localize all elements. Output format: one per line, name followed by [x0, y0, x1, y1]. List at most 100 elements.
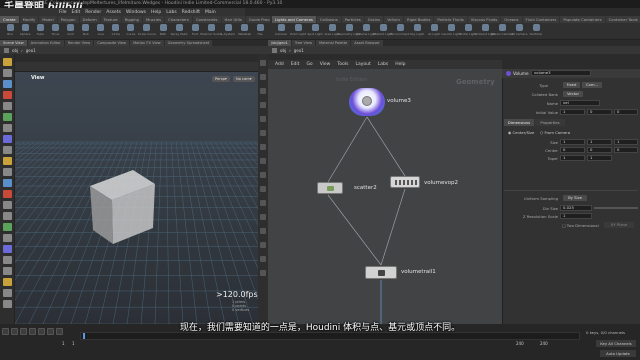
shelf-tool[interactable]: Geometry Light: [337, 24, 361, 39]
home-icon[interactable]: [272, 47, 277, 53]
menu-labs[interactable]: Labs: [166, 10, 176, 15]
viewport-tool-icon[interactable]: [3, 58, 12, 66]
initial-value-x[interactable]: 1: [560, 109, 585, 115]
shelf-tool[interactable]: Draw Curve: [138, 24, 156, 39]
radio-center-size[interactable]: ◉ Center/Size: [508, 130, 534, 135]
shelf-tool[interactable]: Sphere: [19, 24, 31, 39]
viewport-tool-icon[interactable]: [3, 157, 12, 165]
camera-button[interactable]: No cam▾: [233, 76, 255, 82]
display-option-icon[interactable]: [260, 116, 266, 122]
path-obj[interactable]: obj: [280, 48, 286, 53]
display-option-icon[interactable]: [260, 214, 266, 220]
viewport-tool-icon[interactable]: [3, 278, 12, 286]
display-option-icon[interactable]: [260, 74, 266, 80]
shelf-tab[interactable]: Create: [0, 16, 19, 23]
home-icon[interactable]: [4, 47, 9, 53]
taper-y[interactable]: 1: [587, 155, 612, 161]
menu-edit[interactable]: Edit: [72, 10, 81, 15]
node-volumevop2[interactable]: [390, 176, 420, 188]
viewport-tool-icon[interactable]: [3, 124, 12, 132]
plane-dropdown[interactable]: XY Plane: [604, 222, 634, 228]
menu-assets[interactable]: Assets: [106, 10, 121, 15]
path-obj[interactable]: obj: [12, 48, 18, 53]
shelf-tab[interactable]: Modify: [19, 16, 39, 23]
center-x[interactable]: 0: [560, 147, 585, 153]
net-menu-layout[interactable]: Layout: [355, 62, 370, 67]
viewport-tool-icon[interactable]: [3, 168, 12, 176]
shelf-tool[interactable]: Spot Light: [307, 24, 323, 39]
shelf-tab[interactable]: Populate Containers: [560, 16, 605, 23]
shelf-tab[interactable]: Deform: [79, 16, 100, 23]
shelf-tab[interactable]: Polygon: [57, 16, 79, 23]
shelf-tool[interactable]: Grid: [64, 24, 76, 39]
shelf-tab[interactable]: Hair Utils: [221, 16, 245, 23]
shelf-tool[interactable]: L-System: [221, 24, 235, 39]
shelf-tool[interactable]: Spray Paint: [171, 24, 188, 39]
frame-end[interactable]: 240: [516, 341, 524, 346]
shelf-tab[interactable]: Particle Fluids: [434, 16, 467, 23]
node-scatter2[interactable]: [317, 182, 343, 194]
net-menu-help[interactable]: Help: [395, 62, 405, 67]
shelf-tool[interactable]: Caustic Light: [441, 24, 461, 39]
shelf-tab[interactable]: Particles: [341, 16, 364, 23]
display-option-icon[interactable]: [260, 186, 266, 192]
divsize-field[interactable]: 0.025: [560, 205, 592, 211]
menu-file[interactable]: File: [59, 10, 67, 15]
center-z[interactable]: 0: [614, 147, 638, 153]
shelf-tool[interactable]: VR Camera: [511, 24, 527, 39]
shelf-tool[interactable]: Switcher: [529, 24, 543, 39]
viewport-tool-icon[interactable]: [3, 91, 12, 99]
param-node-name[interactable]: volume3: [531, 70, 591, 76]
shelf-tool[interactable]: Box: [4, 24, 16, 39]
shelf-tool[interactable]: Distant Light: [373, 24, 393, 39]
viewport-tool-icon[interactable]: [3, 80, 12, 88]
viewport-tool-icon[interactable]: [3, 69, 12, 77]
shelf-tool[interactable]: File: [254, 24, 266, 39]
shelf-tab[interactable]: Guide Process: [245, 16, 270, 23]
center-y[interactable]: 0: [587, 147, 612, 153]
key-all-button[interactable]: Key All Channels: [596, 340, 636, 347]
viewport-tool-icon[interactable]: [3, 267, 12, 275]
viewport-tool-icon[interactable]: [3, 190, 12, 198]
shelf-tool[interactable]: Path: [157, 24, 169, 39]
menu-redshift[interactable]: Redshift: [182, 10, 200, 15]
shelf-tool[interactable]: Tube: [34, 24, 46, 39]
shelf-tab[interactable]: Collisions: [316, 16, 341, 23]
shelf-tab[interactable]: Lights and Cameras: [272, 16, 316, 23]
shelf-tool[interactable]: Platonic Solids: [200, 24, 222, 39]
display-option-icon[interactable]: [260, 200, 266, 206]
shelf-tool[interactable]: Volume Light: [356, 24, 376, 39]
zres-field[interactable]: 1: [560, 213, 592, 219]
display-option-icon[interactable]: [260, 242, 266, 248]
collate-dropdown[interactable]: Vector: [563, 91, 583, 97]
shelf-tool[interactable]: Sky Light: [410, 24, 424, 39]
display-option-icon[interactable]: [260, 228, 266, 234]
shelf-tool[interactable]: Torus: [49, 24, 61, 39]
viewport-tool-icon[interactable]: [3, 234, 12, 242]
scene-viewport[interactable]: [15, 72, 258, 324]
viewport-tool-icon[interactable]: [3, 146, 12, 154]
taper-x[interactable]: 1: [560, 155, 585, 161]
display-option-icon[interactable]: [260, 88, 266, 94]
shelf-tool[interactable]: Stereo Camera: [491, 24, 513, 39]
shelf-tab[interactable]: Characters: [165, 16, 192, 23]
viewport-tool-icon[interactable]: [3, 256, 12, 264]
viewport-tool-icon[interactable]: [3, 113, 12, 121]
viewport-tool-icon[interactable]: [3, 223, 12, 231]
menu-help[interactable]: Help: [151, 10, 161, 15]
display-option-icon[interactable]: [260, 256, 266, 262]
viewport-tool-icon[interactable]: [3, 201, 12, 209]
network-editor[interactable]: [268, 69, 502, 325]
display-option-icon[interactable]: [260, 102, 266, 108]
shelf-tool[interactable]: Point Light: [290, 24, 306, 39]
shelf-tab[interactable]: Vellum: [384, 16, 403, 23]
divsize-slider[interactable]: [594, 207, 638, 209]
viewport-tool-icon[interactable]: [3, 179, 12, 187]
shelf-tab[interactable]: Fluid Containers: [522, 16, 560, 23]
net-menu-labs[interactable]: Labs: [378, 62, 388, 67]
shelf-tab[interactable]: Texture: [100, 16, 121, 23]
path-geo1[interactable]: geo1: [294, 48, 304, 53]
display-option-icon[interactable]: [260, 158, 266, 164]
viewport-tool-icon[interactable]: [3, 245, 12, 253]
display-option-icon[interactable]: [260, 60, 266, 66]
